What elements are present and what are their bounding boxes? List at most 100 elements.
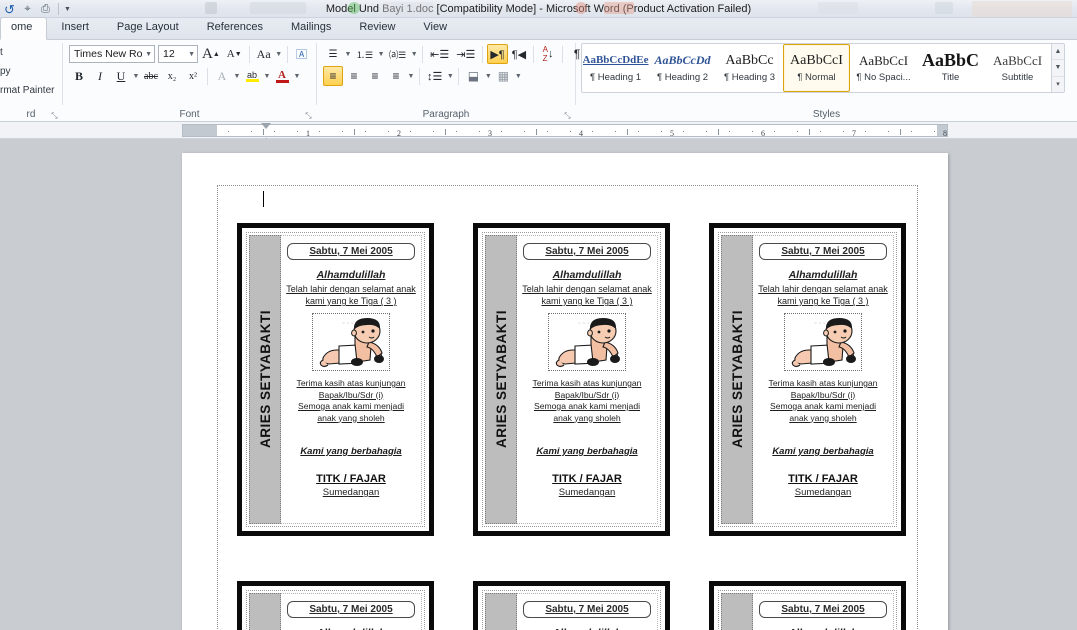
- style-normal[interactable]: AaBbCcI ¶ Normal: [783, 44, 850, 92]
- tab-references[interactable]: References: [193, 18, 277, 39]
- card-alhamdulillah: Alhamdulillah: [316, 269, 386, 281]
- chevron-down-icon[interactable]: ▼: [514, 73, 522, 80]
- cut-button[interactable]: t: [0, 43, 54, 62]
- card-body: Sabtu, 7 Mei 2005 Alhamdulillah Telah la…: [281, 593, 422, 630]
- document-canvas[interactable]: ARIES SETYABAKTI Sabtu, 7 Mei 2005 Alham…: [0, 139, 1077, 630]
- invitation-card[interactable]: ARIES SETYABAKTI Sabtu, 7 Mei 2005 Alham…: [237, 223, 434, 536]
- baby-clipart[interactable]: ~ ~ ~ ~ ~: [784, 313, 862, 371]
- invitation-card[interactable]: ARIES SETYABAKTI Sabtu, 7 Mei 2005 Alham…: [709, 581, 906, 630]
- ruler-dot: [455, 131, 457, 132]
- font-color-button[interactable]: A: [272, 66, 292, 86]
- ribbon-tabs[interactable]: ome Insert Page Layout References Mailin…: [0, 17, 1077, 40]
- align-right-button[interactable]: ≡: [365, 66, 385, 86]
- tab-review[interactable]: Review: [345, 18, 409, 39]
- subscript-button[interactable]: x₂: [162, 66, 182, 86]
- invitation-card[interactable]: ARIES SETYABAKTI Sabtu, 7 Mei 2005 Alham…: [237, 581, 434, 630]
- card-thanks-line-4: anak yang sholeh: [317, 412, 385, 423]
- sort-button[interactable]: A Z ↓: [538, 44, 558, 64]
- bullets-button[interactable]: ☰: [323, 44, 343, 64]
- chevron-down-icon[interactable]: ▼: [186, 51, 195, 58]
- underline-button[interactable]: U: [111, 66, 131, 86]
- ruler-dot: [296, 131, 298, 132]
- align-left-button[interactable]: ≡: [323, 66, 343, 86]
- chevron-down-icon[interactable]: ▼: [344, 51, 352, 58]
- style-label: ¶ Normal: [797, 72, 836, 83]
- chevron-down-icon[interactable]: ▼: [143, 51, 152, 58]
- baby-clipart[interactable]: ~ ~ ~ ~ ~: [312, 313, 390, 371]
- tab-mailings[interactable]: Mailings: [277, 18, 345, 39]
- change-case-button[interactable]: Aa: [254, 44, 274, 64]
- bold-button[interactable]: B: [69, 66, 89, 86]
- invitation-card[interactable]: ARIES SETYABAKTI Sabtu, 7 Mei 2005 Alham…: [709, 223, 906, 536]
- chevron-down-icon[interactable]: ▼: [132, 73, 140, 80]
- style-heading-2[interactable]: AaBbCcDd ¶ Heading 2: [649, 44, 716, 92]
- invitation-card[interactable]: ARIES SETYABAKTI Sabtu, 7 Mei 2005 Alham…: [473, 581, 670, 630]
- decrease-indent-button[interactable]: ⇤☰: [427, 44, 452, 64]
- more-styles-icon[interactable]: ▾: [1052, 77, 1064, 92]
- copy-button[interactable]: py: [0, 62, 54, 81]
- chevron-down-icon[interactable]: ▼: [484, 73, 492, 80]
- document-page[interactable]: ARIES SETYABAKTI Sabtu, 7 Mei 2005 Alham…: [182, 153, 948, 630]
- chevron-down-icon[interactable]: ▼: [377, 51, 385, 58]
- grow-font-button[interactable]: A ▲: [199, 44, 223, 64]
- style-no-spacing[interactable]: AaBbCcI ¶ No Spaci...: [850, 44, 917, 92]
- styles-gallery[interactable]: AaBbCcDdEe ¶ Heading 1 AaBbCcDd ¶ Headin…: [581, 43, 1065, 93]
- format-painter-button[interactable]: rmat Painter: [0, 81, 54, 100]
- strikethrough-button[interactable]: abc: [141, 66, 161, 86]
- horizontal-ruler[interactable]: 1 2 3 4 5 6 7 8: [182, 123, 992, 149]
- chevron-down-icon[interactable]: ▼: [275, 51, 283, 58]
- font-size-input[interactable]: 12 ▼: [158, 45, 198, 63]
- ghost-marker-4: [383, 2, 433, 14]
- ruler-half-tick: [717, 129, 719, 135]
- text-effects-button[interactable]: A: [212, 66, 232, 86]
- card-parent-names: TITK / FAJAR: [316, 473, 386, 485]
- ghost-marker-8: [935, 2, 953, 14]
- numbering-button[interactable]: ⒈☰: [353, 44, 376, 64]
- clipboard-dialog-launcher-icon[interactable]: ⤡: [50, 109, 59, 120]
- italic-button[interactable]: I: [90, 66, 110, 86]
- window-title: Model Und Bayi 1.doc [Compatibility Mode…: [325, 3, 752, 15]
- justify-button[interactable]: ≡: [386, 66, 406, 86]
- shrink-font-button[interactable]: A ▼: [224, 44, 245, 64]
- style-title[interactable]: AaBbC Title: [917, 44, 984, 92]
- superscript-button[interactable]: x²: [183, 66, 203, 86]
- increase-indent-button[interactable]: ⇥☰: [453, 44, 478, 64]
- invitation-card[interactable]: ARIES SETYABAKTI Sabtu, 7 Mei 2005 Alham…: [473, 223, 670, 536]
- ltr-text-direction-button[interactable]: ▶¶: [487, 44, 508, 64]
- tab-view[interactable]: View: [409, 18, 461, 39]
- baby-clipart[interactable]: ~ ~ ~ ~ ~: [548, 313, 626, 371]
- clear-formatting-button[interactable]: 🄰: [292, 44, 312, 64]
- style-heading-3[interactable]: AaBbCc ¶ Heading 3: [716, 44, 783, 92]
- borders-button[interactable]: ▦: [493, 66, 513, 86]
- style-subtitle[interactable]: AaBbCcI Subtitle: [984, 44, 1051, 92]
- tab-insert[interactable]: Insert: [47, 18, 103, 39]
- invitation-card-grid[interactable]: ARIES SETYABAKTI Sabtu, 7 Mei 2005 Alham…: [237, 223, 923, 630]
- font-dialog-launcher-icon[interactable]: ⤡: [304, 109, 313, 120]
- first-line-indent-marker[interactable]: [261, 123, 271, 129]
- chevron-down-icon[interactable]: ▼: [293, 73, 301, 80]
- line-spacing-button[interactable]: ↕☰: [424, 66, 445, 86]
- chevron-down-icon[interactable]: ▼: [233, 73, 241, 80]
- paragraph-dialog-launcher-icon[interactable]: ⤡: [563, 109, 572, 120]
- tab-home[interactable]: ome: [0, 17, 48, 40]
- scroll-up-icon[interactable]: ▲: [1052, 44, 1064, 61]
- multilevel-list-button[interactable]: ⒜☰: [386, 44, 409, 64]
- style-heading-1[interactable]: AaBbCcDdEe ¶ Heading 1: [582, 44, 649, 92]
- tab-page-layout[interactable]: Page Layout: [103, 18, 193, 39]
- scroll-down-icon[interactable]: ▼: [1052, 60, 1064, 77]
- text-highlight-color-button[interactable]: ab: [242, 66, 262, 86]
- chevron-down-icon[interactable]: ▼: [263, 73, 271, 80]
- align-center-button[interactable]: ≡: [344, 66, 364, 86]
- card-alhamdulillah: Alhamdulillah: [788, 269, 858, 281]
- styles-gallery-scrollbar[interactable]: ▲ ▼ ▾: [1051, 44, 1064, 92]
- ruler-dot: [888, 131, 890, 132]
- chevron-down-icon[interactable]: ▼: [410, 51, 418, 58]
- font-divider-3: [207, 67, 208, 85]
- shading-button[interactable]: ⬓: [463, 66, 483, 86]
- card-inner-frame: ARIES SETYABAKTI Sabtu, 7 Mei 2005 Alham…: [718, 232, 897, 527]
- font-row-1: Times New Rom ▼ 12 ▼ A▲ A▼ Aa ▼ 🄰: [63, 43, 312, 65]
- chevron-down-icon[interactable]: ▼: [407, 73, 415, 80]
- font-name-input[interactable]: Times New Rom ▼: [69, 45, 155, 63]
- chevron-down-icon[interactable]: ▼: [446, 73, 454, 80]
- rtl-text-direction-button[interactable]: ¶◀: [509, 44, 529, 64]
